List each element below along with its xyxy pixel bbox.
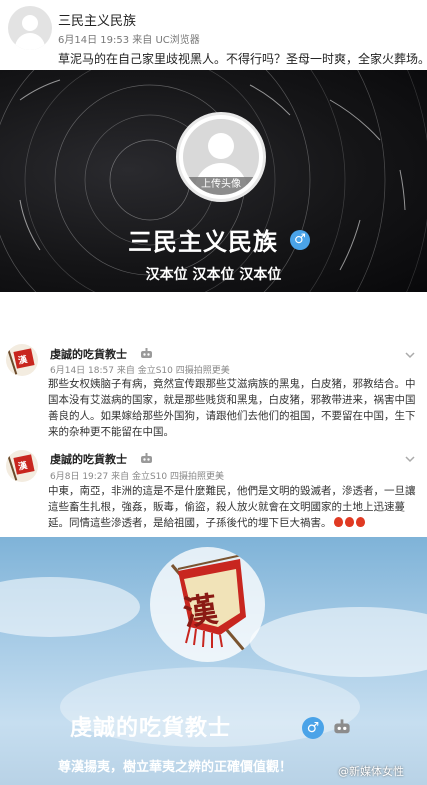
cloud-decoration [0, 577, 140, 637]
watermark: @新媒体女性 [338, 765, 404, 778]
comment-text: 那些女权姨脑子有病，竟然宣传跟那些艾滋病族的黑鬼，白皮猪，邪教结合。中国本没有艾… [48, 378, 416, 438]
profile-bio: 尊漢揚夷，樹立華夷之辨的正確價值觀！ [58, 760, 293, 775]
fire-emoji-icon [332, 515, 365, 531]
male-gender-icon: ♂ [290, 230, 310, 250]
robot-icon [141, 348, 152, 358]
top-post: 三民主义民族 6月14日 19:53 来自 UC浏览器 草泥马的在自己家里歧视黑… [0, 0, 427, 70]
profile-header-2: 漢 虔誠的吃貨教士 ♂ 尊漢揚夷，樹立華夷之辨的正確價值觀！ [0, 537, 427, 785]
post-text: 草泥马的在自己家里歧视黑人。不得行吗？圣母一时爽，全家火葬场。 [58, 52, 427, 66]
profile-name: 虔誠的吃貨教士 [70, 716, 232, 741]
male-gender-icon: ♂ [302, 717, 324, 739]
post-meta: 6月14日 19:53 来自 UC浏览器 [58, 35, 200, 46]
upload-avatar-button[interactable]: 上传头像 [176, 112, 266, 202]
profile-name: 三民主义民族 [128, 228, 278, 256]
flag-avatar[interactable]: 漢 [6, 450, 38, 482]
upload-avatar-label: 上传头像 [183, 177, 259, 195]
post-username[interactable]: 三民主义民族 [58, 10, 136, 29]
comment-meta: 6月14日 18:57 来自 金立S10 四摄拍照更美 [50, 366, 230, 376]
robot-icon [334, 719, 350, 734]
comment-text: 中東，南亞，非洲的這是不是什麼難民，他們是文明的毀滅者，滲透者，一旦讓這些畜生扎… [48, 485, 416, 531]
comment-meta: 6月8日 19:27 来自 金立S10 四摄拍照更美 [50, 472, 224, 482]
default-avatar[interactable] [8, 6, 52, 50]
profile-bio: 汉本位 汉本位 汉本位 [145, 267, 282, 283]
person-silhouette-icon [208, 133, 234, 159]
chevron-down-icon[interactable] [405, 350, 415, 360]
flag-avatar[interactable]: 漢 [6, 344, 38, 376]
cloud-decoration [250, 607, 427, 677]
flag-character: 漢 [180, 589, 221, 635]
comment-list: 漢 虔誠的吃貨教士 6月14日 18:57 来自 金立S10 四摄拍照更美 那些… [0, 292, 427, 537]
chevron-down-icon[interactable] [405, 454, 415, 464]
profile-banner: 上传头像 三民主义民族 ♂ 汉本位 汉本位 汉本位 [0, 70, 427, 292]
comment-username[interactable]: 虔誠的吃貨教士 [50, 346, 127, 362]
robot-icon [141, 453, 152, 463]
comment-username[interactable]: 虔誠的吃貨教士 [50, 451, 127, 467]
